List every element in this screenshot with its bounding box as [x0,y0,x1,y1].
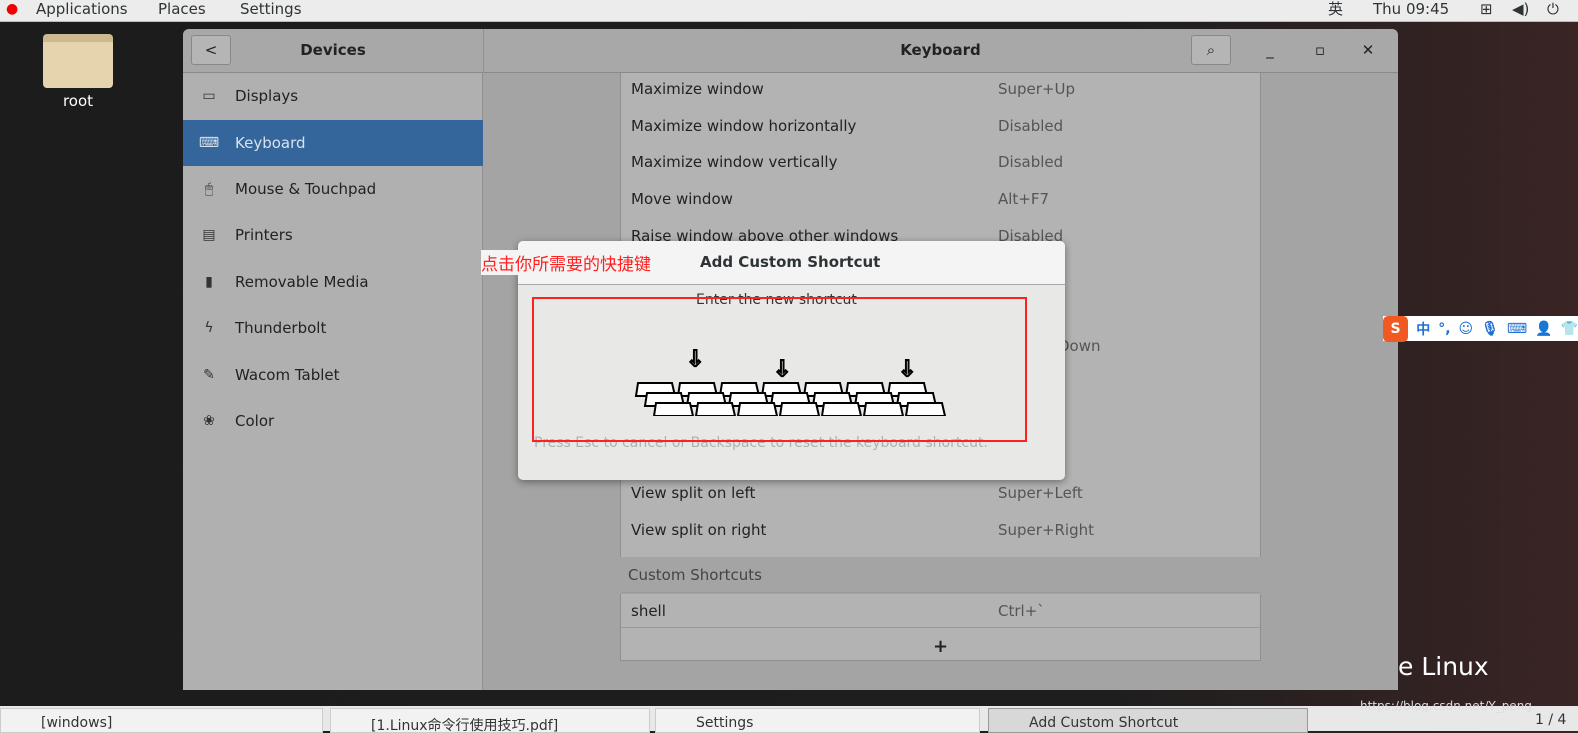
sidebar-item-keyboard[interactable]: ⌨ Keyboard [183,120,483,166]
places-menu[interactable]: Places [158,0,206,18]
task-add-custom-shortcut[interactable]: Add Custom Shortcut [988,708,1308,733]
annotation-box [532,297,1027,442]
printer-icon: ▤ [202,227,216,243]
chinese-mode-icon[interactable]: 中 [1416,319,1430,339]
color-icon: ❀ [203,413,215,429]
tablet-icon: ✎ [203,367,215,383]
sidebar-item-label: Color [235,412,275,430]
ime-toolbar: S 中 °, ☺ 🎙 ⌨ 👤 👕 [1383,315,1578,342]
taskbar: [windows] [1.Linux命令行使用技巧.pdf] Settings … [0,706,1578,733]
keyboard-icon: ⌨ [198,135,220,151]
network-icon[interactable]: ⊞ [1480,0,1493,18]
skin-icon[interactable]: 👕 [1561,321,1578,337]
shortcut-row[interactable]: Maximize window horizontally Disabled [621,108,1260,145]
maximize-button[interactable]: ▫ [1308,41,1332,59]
applications-menu[interactable]: Applications [36,0,128,18]
clock[interactable]: Thu 09:45 [1373,0,1449,18]
microphone-icon[interactable]: 🎙 [1481,321,1499,337]
sidebar-item-label: Wacom Tablet [235,366,340,384]
sidebar-item-wacom-tablet[interactable]: ✎ Wacom Tablet [183,352,483,398]
task-pdf[interactable]: [1.Linux命令行使用技巧.pdf] [330,708,650,733]
user-icon[interactable]: 👤 [1535,321,1552,337]
sidebar-item-label: Mouse & Touchpad [235,180,377,198]
task-settings[interactable]: Settings [655,708,980,733]
shortcut-row[interactable]: Maximize window Super+Up [621,71,1260,108]
header-bar: < Devices Keyboard ⌕ _ ▫ ✕ [183,29,1398,73]
sogou-logo-icon[interactable]: S [1383,315,1409,342]
redhat-logo-icon: ● [6,1,19,17]
custom-shortcut-row[interactable]: shell Ctrl+` [621,592,1260,629]
usb-icon: ▮ [205,274,213,290]
input-method-indicator[interactable]: 英 [1328,0,1343,18]
shortcut-row[interactable]: Maximize window vertically Disabled [621,144,1260,181]
minimize-button[interactable]: _ [1258,41,1282,59]
desktop-folder-root[interactable]: root [40,34,116,110]
search-button[interactable]: ⌕ [1191,35,1231,65]
add-shortcut-button[interactable]: + [621,627,1260,664]
sidebar-title: Devices [300,41,366,59]
home-folder-icon [43,34,113,88]
sidebar-item-color[interactable]: ❀ Color [183,398,483,444]
sidebar-item-displays[interactable]: ▭ Displays [183,73,483,119]
display-icon: ▭ [202,88,216,104]
close-button[interactable]: ✕ [1356,41,1380,59]
shortcut-row[interactable]: View split on left Super+Left [621,475,1260,512]
emoji-icon[interactable]: ☺ [1459,321,1474,337]
sidebar: ▭ Displays ⌨ Keyboard 🖱 Mouse & Touchpad ▤ P… [183,73,483,690]
annotation-text: 点击你所需要的快捷键 [481,250,651,275]
sidebar-item-printers[interactable]: ▤ Printers [183,212,483,258]
settings-menu[interactable]: Settings [240,0,302,18]
custom-shortcuts-header: Custom Shortcuts [620,557,1261,594]
task-windows[interactable]: [windows] [0,708,323,733]
workspace-pager[interactable]: 1 / 4 [1535,712,1566,728]
sidebar-item-label: Displays [235,87,299,105]
volume-icon[interactable]: ◀) [1512,0,1529,18]
sidebar-item-label: Thunderbolt [235,319,327,337]
dialog-title: Add Custom Shortcut [700,253,881,271]
power-icon[interactable]: ⏻ [1547,0,1559,18]
top-bar: ● Applications Places Settings 英 Thu 09:… [0,0,1578,22]
thunderbolt-icon: ϟ [204,320,214,336]
shortcut-row[interactable]: View split on right Super+Right [621,512,1260,549]
keyboard-icon[interactable]: ⌨ [1507,321,1527,337]
sidebar-item-mouse[interactable]: 🖱 Mouse & Touchpad [183,166,483,212]
mouse-icon: 🖱 [204,181,214,197]
sidebar-item-label: Printers [235,226,293,244]
sidebar-item-label: Keyboard [235,134,306,152]
brand-text: e Linux [1398,652,1489,681]
sidebar-item-removable-media[interactable]: ▮ Removable Media [183,259,483,305]
sidebar-item-thunderbolt[interactable]: ϟ Thunderbolt [183,305,483,351]
sidebar-item-label: Removable Media [235,273,369,291]
folder-label: root [62,92,94,110]
watermark: https://blog.csdn.net/Y_peng [1360,699,1532,713]
shortcut-row[interactable]: Move window Alt+F7 [621,181,1260,218]
punctuation-icon[interactable]: °, [1438,321,1450,337]
